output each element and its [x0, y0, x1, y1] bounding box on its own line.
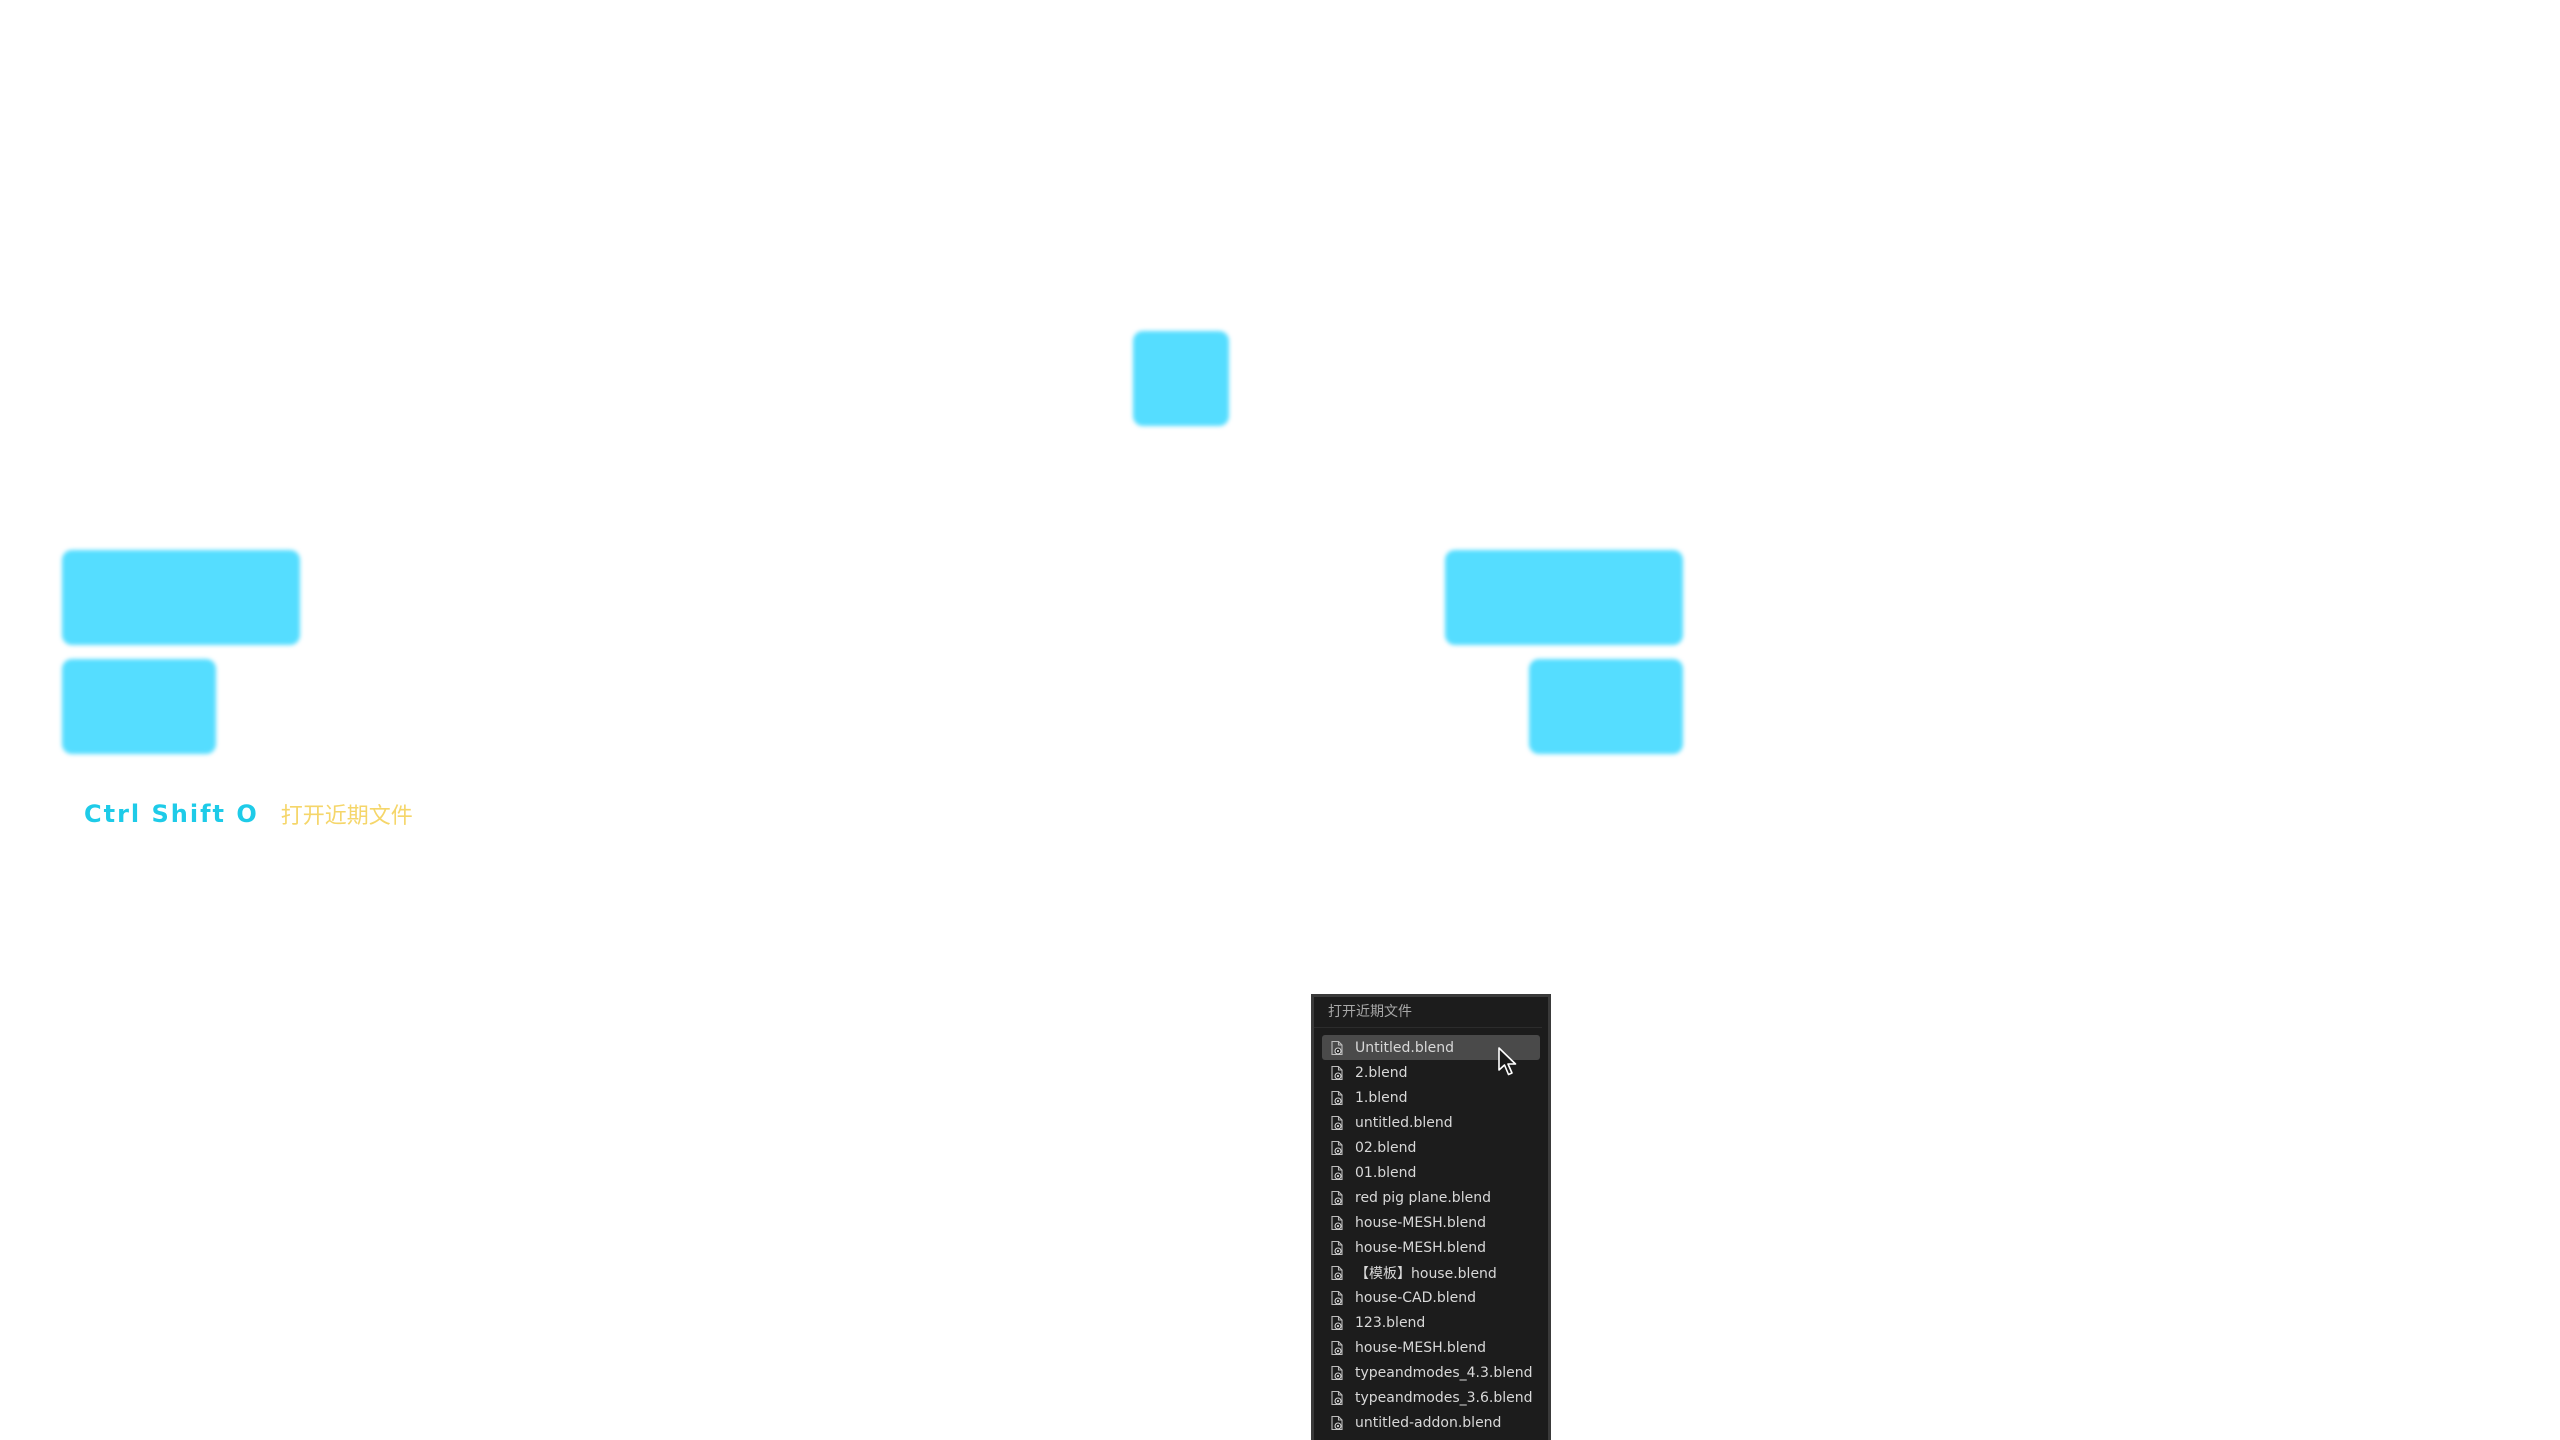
recent-file-label: 1.blend — [1355, 1089, 1408, 1106]
recent-file-item[interactable]: 02.blend — [1322, 1135, 1540, 1160]
blurred-placeholder-block-right-wide — [1445, 550, 1683, 645]
recent-file-item[interactable]: red pig plane.blend — [1322, 1185, 1540, 1210]
blend-file-icon — [1329, 1265, 1345, 1281]
mouse-pointer-icon — [1498, 1047, 1517, 1076]
recent-file-label: 123.blend — [1355, 1314, 1426, 1331]
recent-file-label: 【模板】house.blend — [1355, 1265, 1497, 1282]
blend-file-icon — [1329, 1415, 1345, 1431]
recent-file-label: house-MESH.blend — [1355, 1239, 1486, 1256]
recent-file-item[interactable]: house-MESH.blend — [1322, 1335, 1540, 1360]
recent-files-list: Untitled.blend 2.blend 1.blend untitled.ble… — [1314, 1035, 1548, 1440]
recent-file-item[interactable]: typeandmodes_3.6.blend — [1322, 1385, 1540, 1410]
menu-title: 打开近期文件 — [1314, 997, 1542, 1028]
blend-file-icon — [1329, 1340, 1345, 1356]
recent-file-label: untitled-addon.blend — [1355, 1414, 1502, 1431]
recent-file-label: untitled.blend — [1355, 1114, 1453, 1131]
blend-file-icon — [1329, 1090, 1345, 1106]
recent-file-label: house-CAD.blend — [1355, 1289, 1477, 1306]
recent-file-label: red pig plane.blend — [1355, 1189, 1491, 1206]
blend-file-icon — [1329, 1315, 1345, 1331]
blend-file-icon — [1329, 1165, 1345, 1181]
shortcut-keys: Ctrl Shift O — [84, 800, 259, 828]
blurred-placeholder-block-right-small — [1529, 659, 1683, 754]
blend-file-icon — [1329, 1240, 1345, 1256]
blend-file-icon — [1329, 1190, 1345, 1206]
recent-file-item[interactable]: typeandmodes_4.3.blend — [1322, 1360, 1540, 1385]
blend-file-icon — [1329, 1115, 1345, 1131]
recent-file-label: typeandmodes_4.3.blend — [1355, 1364, 1533, 1381]
recent-file-label: 01.blend — [1355, 1164, 1417, 1181]
recent-file-item[interactable]: 1.blend — [1322, 1085, 1540, 1110]
recent-file-item[interactable]: house-MESH.blend — [1322, 1210, 1540, 1235]
recent-file-item[interactable]: 123.blend — [1322, 1310, 1540, 1335]
blend-file-icon — [1329, 1215, 1345, 1231]
blend-file-icon — [1329, 1290, 1345, 1306]
recent-file-label: 2.blend — [1355, 1064, 1408, 1081]
blurred-placeholder-block-left-wide — [62, 550, 300, 645]
recent-file-item[interactable] — [1322, 1435, 1540, 1440]
recent-file-item[interactable]: untitled.blend — [1322, 1110, 1540, 1135]
recent-file-item[interactable]: untitled-addon.blend — [1322, 1410, 1540, 1435]
shortcut-caption: Ctrl Shift O 打开近期文件 — [84, 796, 413, 832]
recent-file-item[interactable]: 【模板】house.blend — [1322, 1260, 1540, 1285]
recent-file-item[interactable]: house-CAD.blend — [1322, 1285, 1540, 1310]
blend-file-icon — [1329, 1140, 1345, 1156]
recent-file-label: Untitled.blend — [1355, 1039, 1454, 1056]
blend-file-icon — [1329, 1065, 1345, 1081]
recent-file-label: house-MESH.blend — [1355, 1339, 1486, 1356]
shortcut-description: 打开近期文件 — [280, 804, 413, 829]
recent-file-item[interactable]: house-MESH.blend — [1322, 1235, 1540, 1260]
recent-file-item[interactable]: 01.blend — [1322, 1160, 1540, 1185]
recent-file-label: 02.blend — [1355, 1139, 1417, 1156]
blurred-placeholder-block-top — [1133, 331, 1229, 426]
recent-file-label: typeandmodes_3.6.blend — [1355, 1389, 1533, 1406]
blend-file-icon — [1329, 1040, 1345, 1056]
blurred-placeholder-block-left-small — [62, 659, 216, 754]
blend-file-icon — [1329, 1390, 1345, 1406]
recent-file-label: house-MESH.blend — [1355, 1214, 1486, 1231]
canvas: Ctrl Shift O 打开近期文件 打开近期文件 Untitled.blen… — [0, 0, 2560, 1440]
blend-file-icon — [1329, 1365, 1345, 1381]
